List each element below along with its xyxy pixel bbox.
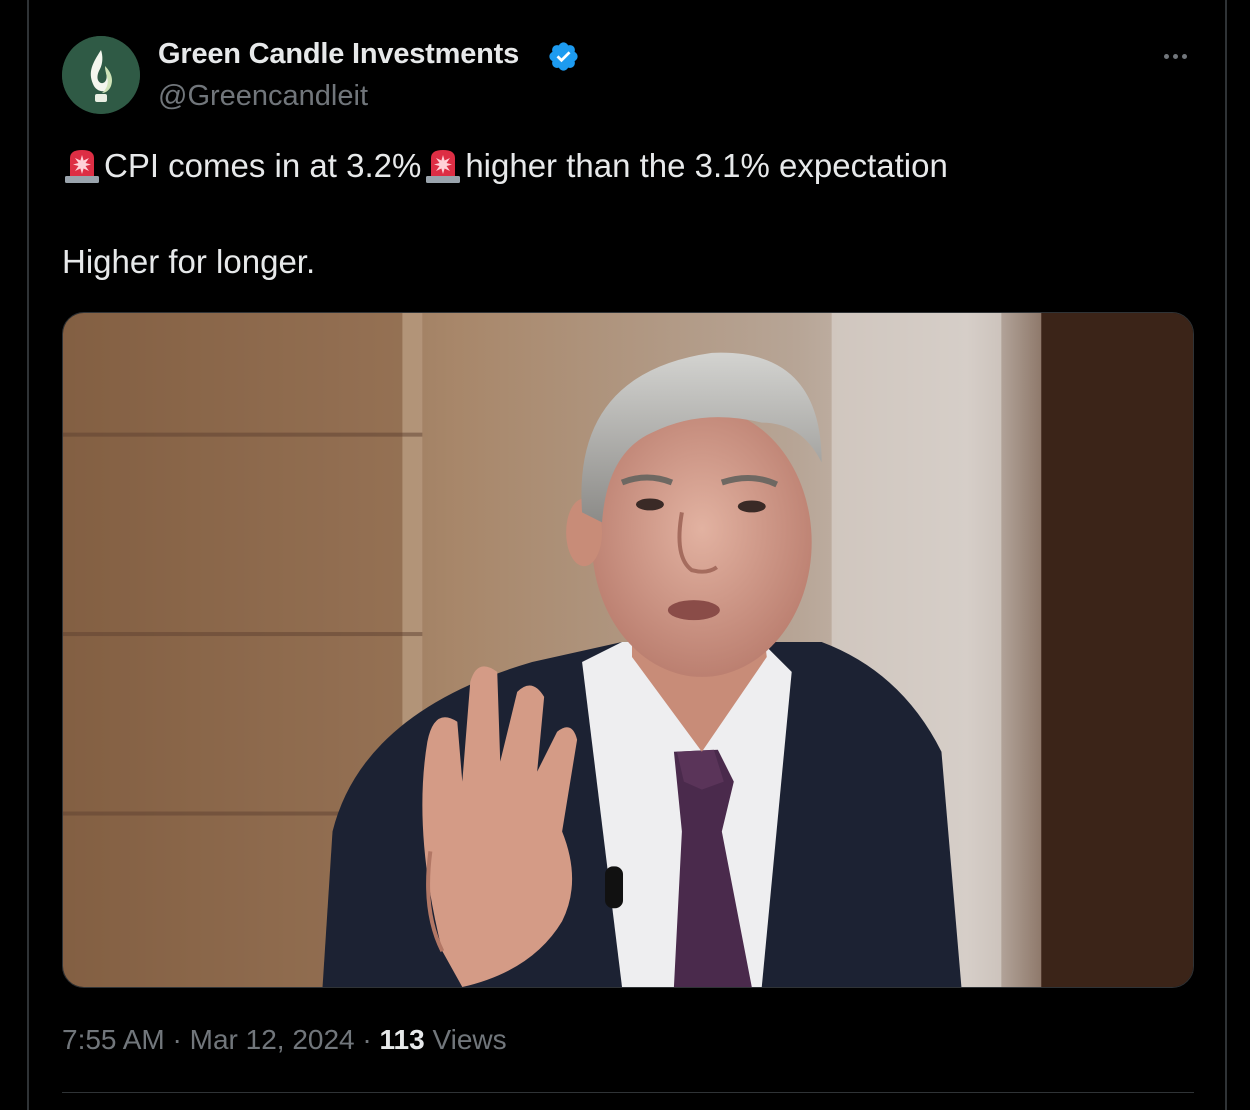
handle[interactable]: @Greencandleit [158, 80, 368, 113]
dot [1181, 53, 1187, 59]
tweet-text-segment2: higher than the 3.1% expectation [465, 147, 948, 184]
meta-separator: · [362, 1024, 372, 1055]
police-car-light-icon [65, 150, 99, 183]
views-count[interactable]: 113 [380, 1024, 425, 1055]
photo-speaker-gesturing [63, 313, 1193, 987]
divider [62, 1092, 1194, 1093]
tweet[interactable]: Green Candle Investments @Greencandleit … [29, 0, 1225, 1110]
meta-separator: · [172, 1024, 182, 1055]
more-horizontal-icon [1163, 53, 1169, 59]
tweet-time[interactable]: 7:55 AM [62, 1024, 165, 1055]
tweet-text-segment1: CPI comes in at 3.2% [104, 147, 422, 184]
column-border-right [1225, 0, 1227, 1110]
tweet-photo[interactable] [62, 312, 1194, 988]
views-label: Views [432, 1024, 507, 1055]
tweet-date[interactable]: Mar 12, 2024 [190, 1024, 355, 1055]
tweet-text-line1: CPI comes in at 3.2% higher than the 3.1… [62, 146, 948, 186]
tweet-meta: 7:55 AM · Mar 12, 2024 · 113 Views [62, 1024, 507, 1056]
more-options-button[interactable] [1157, 38, 1193, 74]
police-car-light-icon [426, 150, 461, 183]
verified-badge-icon [549, 42, 578, 71]
avatar[interactable] [62, 36, 140, 114]
dot [1172, 53, 1178, 59]
display-name[interactable]: Green Candle Investments [158, 38, 519, 71]
green-candle-logo-icon [62, 36, 140, 114]
tweet-text-line2: Higher for longer. [62, 243, 316, 280]
